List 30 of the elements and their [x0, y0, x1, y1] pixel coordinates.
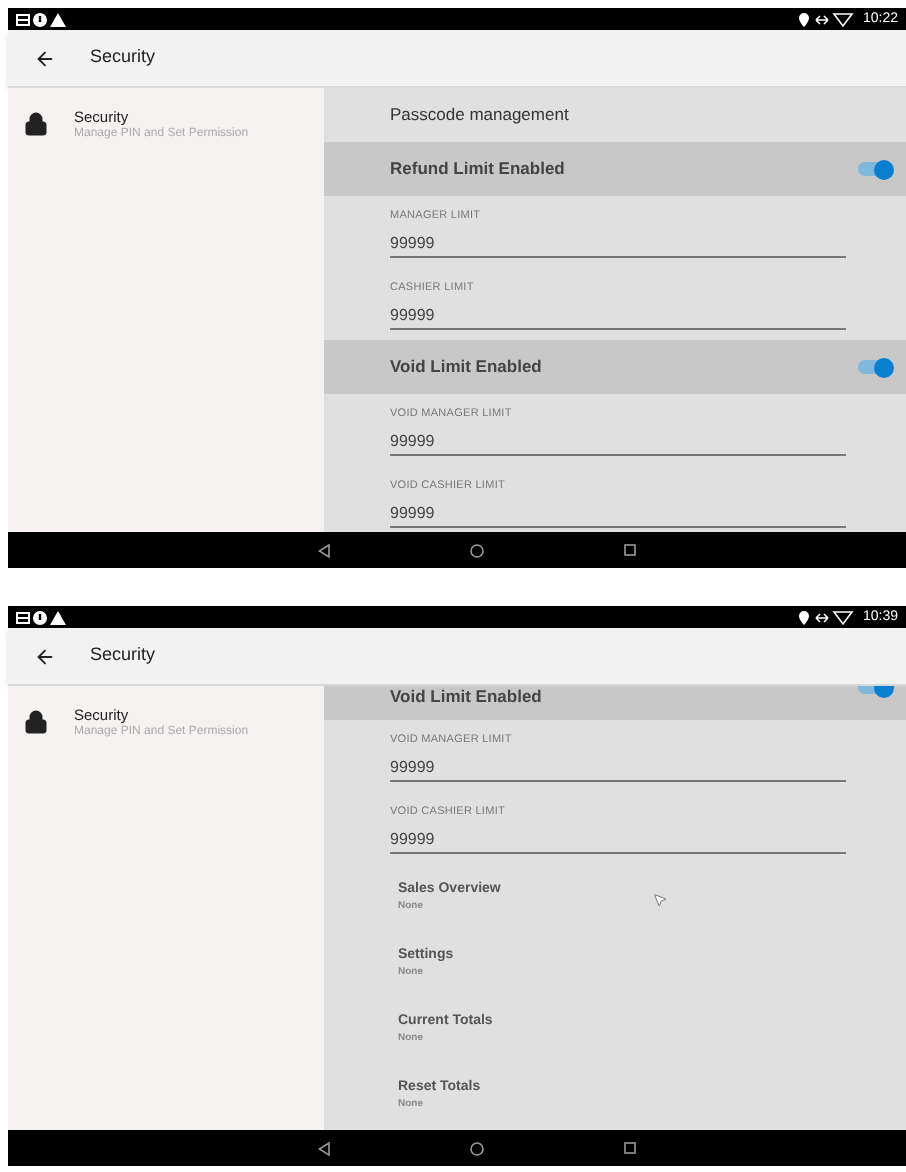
section-title: Passcode management — [390, 102, 569, 128]
toolbar-title: Security — [90, 642, 156, 669]
toggle-switch[interactable] — [858, 162, 890, 176]
back-button[interactable] — [34, 47, 56, 69]
lock-icon — [24, 112, 48, 136]
home-nav-icon[interactable] — [470, 543, 484, 557]
mouse-pointer-icon — [652, 892, 668, 908]
toolbar-title: Security — [90, 44, 156, 71]
toggle-label: Refund Limit Enabled — [390, 156, 567, 182]
toggle-switch[interactable] — [858, 360, 890, 374]
back-button[interactable] — [34, 645, 56, 667]
back-nav-icon[interactable] — [318, 543, 330, 557]
toggle-row[interactable]: Refund Limit Enabled — [324, 142, 906, 196]
toggle-row[interactable]: Void Limit Enabled — [324, 686, 906, 720]
limit-input-field[interactable]: 99999 — [390, 501, 846, 527]
recents-nav-icon[interactable] — [624, 1142, 636, 1154]
system-status-icons — [798, 609, 855, 625]
lock-icon — [24, 710, 48, 734]
toggle-label: Void Limit Enabled — [390, 686, 544, 706]
back-nav-icon[interactable] — [318, 1141, 330, 1155]
recents-nav-icon[interactable] — [624, 544, 636, 556]
limit-input-field[interactable]: 99999 — [390, 827, 846, 853]
toggle-row[interactable]: Void Limit Enabled — [324, 340, 906, 394]
toggle-label: Void Limit Enabled — [390, 354, 544, 380]
limit-input-field[interactable]: 99999 — [390, 755, 846, 781]
limit-input-field[interactable]: 99999 — [390, 429, 846, 455]
home-nav-icon[interactable] — [470, 1141, 484, 1155]
limit-input-field[interactable]: 99999 — [390, 231, 846, 257]
limit-input-field[interactable]: 99999 — [390, 303, 846, 329]
system-status-icons — [798, 11, 855, 27]
